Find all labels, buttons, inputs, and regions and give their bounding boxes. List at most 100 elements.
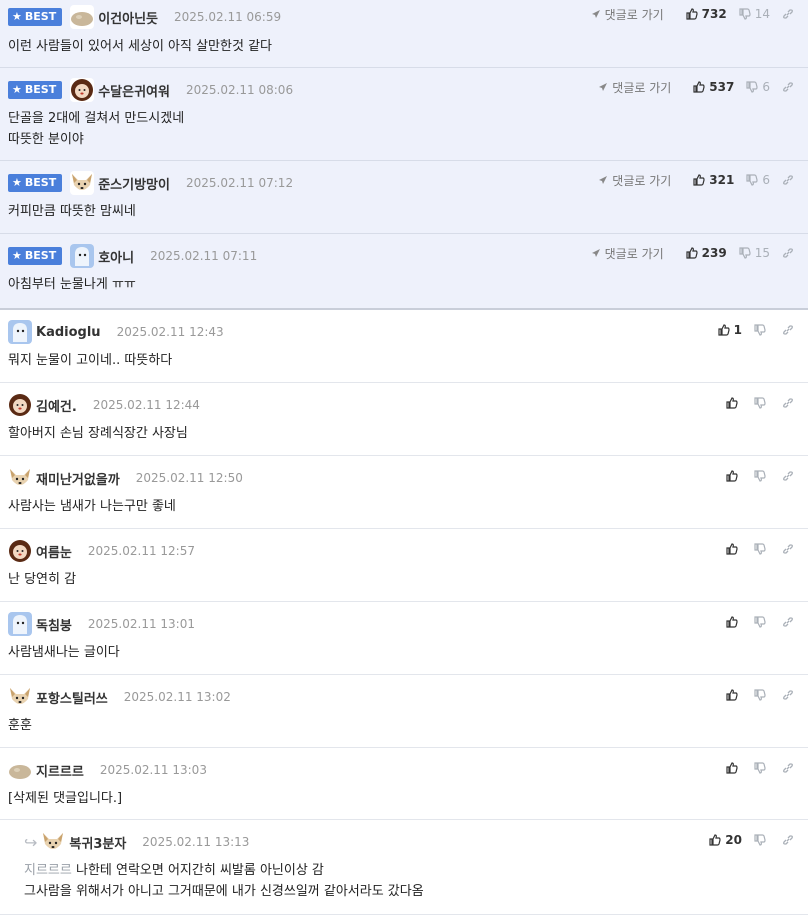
nickname[interactable]: 독침붕 [36,615,72,634]
nickname[interactable]: Kadioglu [36,325,101,340]
thumbs-up-icon [726,470,738,482]
downvote-button[interactable]: 6 [746,80,770,94]
nickname[interactable]: 포항스틸러쓰 [36,688,108,707]
thumbs-down-icon [754,324,766,336]
link-button[interactable] [782,543,798,555]
link-icon [783,9,793,19]
upvote-button[interactable]: 732 [686,7,727,21]
comment-header: ★ BEST 이건아닌듯 2025.02.11 06:59 [8,5,281,29]
comment-actions: 20 [697,832,798,848]
best-badge: ★ BEST [8,247,63,265]
downvote-button[interactable] [754,324,770,336]
downvote-button[interactable] [754,543,770,555]
thumbs-down-icon [746,174,758,186]
avatar[interactable] [70,78,95,102]
timestamp: 2025.02.11 13:02 [123,690,231,704]
link-button[interactable] [782,689,798,701]
upvote-button[interactable] [726,762,742,774]
comment: 포항스틸러쓰 2025.02.11 13:02 훈훈 [0,675,808,748]
downvote-button[interactable]: 6 [746,173,770,187]
timestamp: 2025.02.11 07:11 [150,249,258,263]
link-button[interactable] [782,174,798,186]
comment-text: 지르르르 나한테 연락오면 어지간히 씨발롬 아닌이상 감 그사람을 위해서가 … [24,863,424,899]
link-button[interactable] [782,470,798,482]
link-button[interactable] [782,81,798,93]
nickname[interactable]: 재미난거없을까 [36,469,120,488]
downvote-button[interactable]: 15 [739,246,770,260]
comment-text: 사람사는 냄새가 나는구만 좋네 [8,499,176,514]
goto-comment-link[interactable]: 댓글로 가기 [598,79,671,96]
thumbs-up-icon [726,543,738,555]
avatar[interactable] [41,830,65,854]
comment-header: ★ BEST 호아니 2025.02.11 07:11 [8,244,258,268]
comment-text: 아침부터 눈물나게 ㅠㅠ [8,277,136,292]
link-button[interactable] [782,834,798,846]
comment-header: 포항스틸러쓰 2025.02.11 13:02 [8,687,231,707]
thumbs-up-icon [693,81,705,93]
thumbs-down-icon [739,8,751,20]
nickname[interactable]: 수달은귀여워 [98,81,170,100]
upvote-button[interactable]: 321 [693,173,734,187]
avatar[interactable] [8,539,32,563]
downvote-button[interactable] [754,616,770,628]
comment-text: 이런 사람들이 있어서 세상이 아직 살만한것 같다 [8,39,272,54]
best-comment: ★ BEST 준스기방망이 2025.02.11 07:12 커피만큼 따뜻한 맘… [0,161,808,234]
upvote-button[interactable] [726,543,742,555]
upvote-button[interactable] [726,616,742,628]
thumbs-up-icon [686,8,698,20]
link-button[interactable] [782,324,798,336]
upvote-button[interactable]: 1 [718,323,742,337]
link-button[interactable] [782,8,798,20]
downvote-button[interactable] [754,470,770,482]
nickname[interactable]: 지르르르 [36,761,84,780]
avatar[interactable] [8,466,32,490]
avatar[interactable] [8,393,32,417]
goto-comment-link[interactable]: 댓글로 가기 [591,245,664,262]
nickname[interactable]: 호아니 [98,247,134,266]
send-arrow-icon [591,10,600,18]
avatar[interactable] [70,5,95,29]
upvote-button[interactable] [726,397,742,409]
comment: 독침붕 2025.02.11 13:01 사람냄새나는 글이다 [0,602,808,675]
downvote-button[interactable]: 14 [739,7,770,21]
link-button[interactable] [782,762,798,774]
comment-text: 단골을 2대에 걸쳐서 만드시겠네 따뜻한 분이야 [8,111,185,147]
downvote-button[interactable] [754,834,770,846]
downvote-button[interactable] [754,762,770,774]
link-icon [783,617,793,627]
send-arrow-icon [591,249,600,257]
thumbs-down-icon [754,616,766,628]
comment: 지르르르 2025.02.11 13:03 [삭제된 댓글입니다.] [0,748,808,820]
goto-comment-link[interactable]: 댓글로 가기 [598,172,671,189]
comment-text: 뭐지 눈물이 고이네.. 따뜻하다 [8,353,173,368]
avatar[interactable] [8,612,32,636]
timestamp: 2025.02.11 13:01 [87,617,195,631]
thumbs-up-icon [726,397,738,409]
upvote-button[interactable]: 20 [709,833,742,847]
nickname[interactable]: 김예건. [36,396,77,415]
mention-link[interactable]: 지르르르 [24,863,72,878]
avatar[interactable] [8,758,32,782]
upvote-button[interactable]: 239 [686,246,727,260]
dog-avatar-icon [10,688,30,704]
link-button[interactable] [782,247,798,259]
nickname[interactable]: 복귀3분자 [69,833,126,852]
avatar[interactable] [70,171,95,195]
upvote-button[interactable] [726,470,742,482]
avatar[interactable] [70,244,95,268]
avatar[interactable] [8,320,32,344]
link-button[interactable] [782,397,798,409]
potato-avatar-icon [71,12,94,26]
nickname[interactable]: 이건아닌듯 [98,8,158,27]
thumbs-down-icon [754,470,766,482]
goto-comment-link[interactable]: 댓글로 가기 [591,6,664,23]
upvote-button[interactable]: 537 [693,80,734,94]
nickname[interactable]: 여름눈 [36,542,72,561]
downvote-button[interactable] [754,689,770,701]
avatar[interactable] [8,685,32,709]
link-button[interactable] [782,616,798,628]
upvote-button[interactable] [726,689,742,701]
downvote-button[interactable] [754,397,770,409]
nickname[interactable]: 준스기방망이 [98,174,170,193]
reply-arrow-icon: ↪ [24,832,38,852]
